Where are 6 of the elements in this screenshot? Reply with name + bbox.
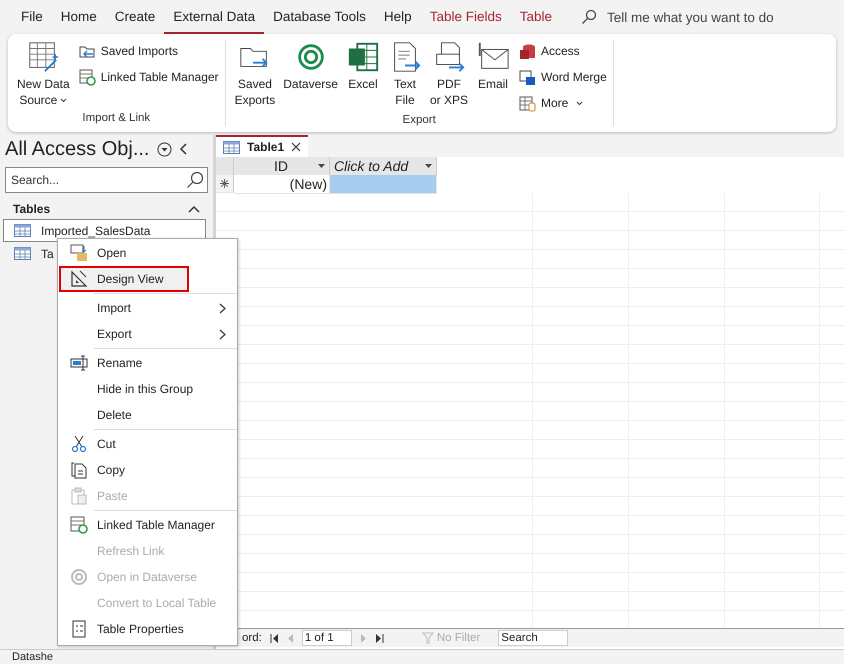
record-label: ord: — [242, 632, 262, 644]
group-label: Import & Link — [81, 112, 152, 126]
group-label: Export — [402, 114, 437, 128]
section-header: Tables — [13, 202, 50, 216]
status-text: Datashe — [12, 651, 53, 663]
pane-title: All Access Obj... — [5, 138, 150, 160]
